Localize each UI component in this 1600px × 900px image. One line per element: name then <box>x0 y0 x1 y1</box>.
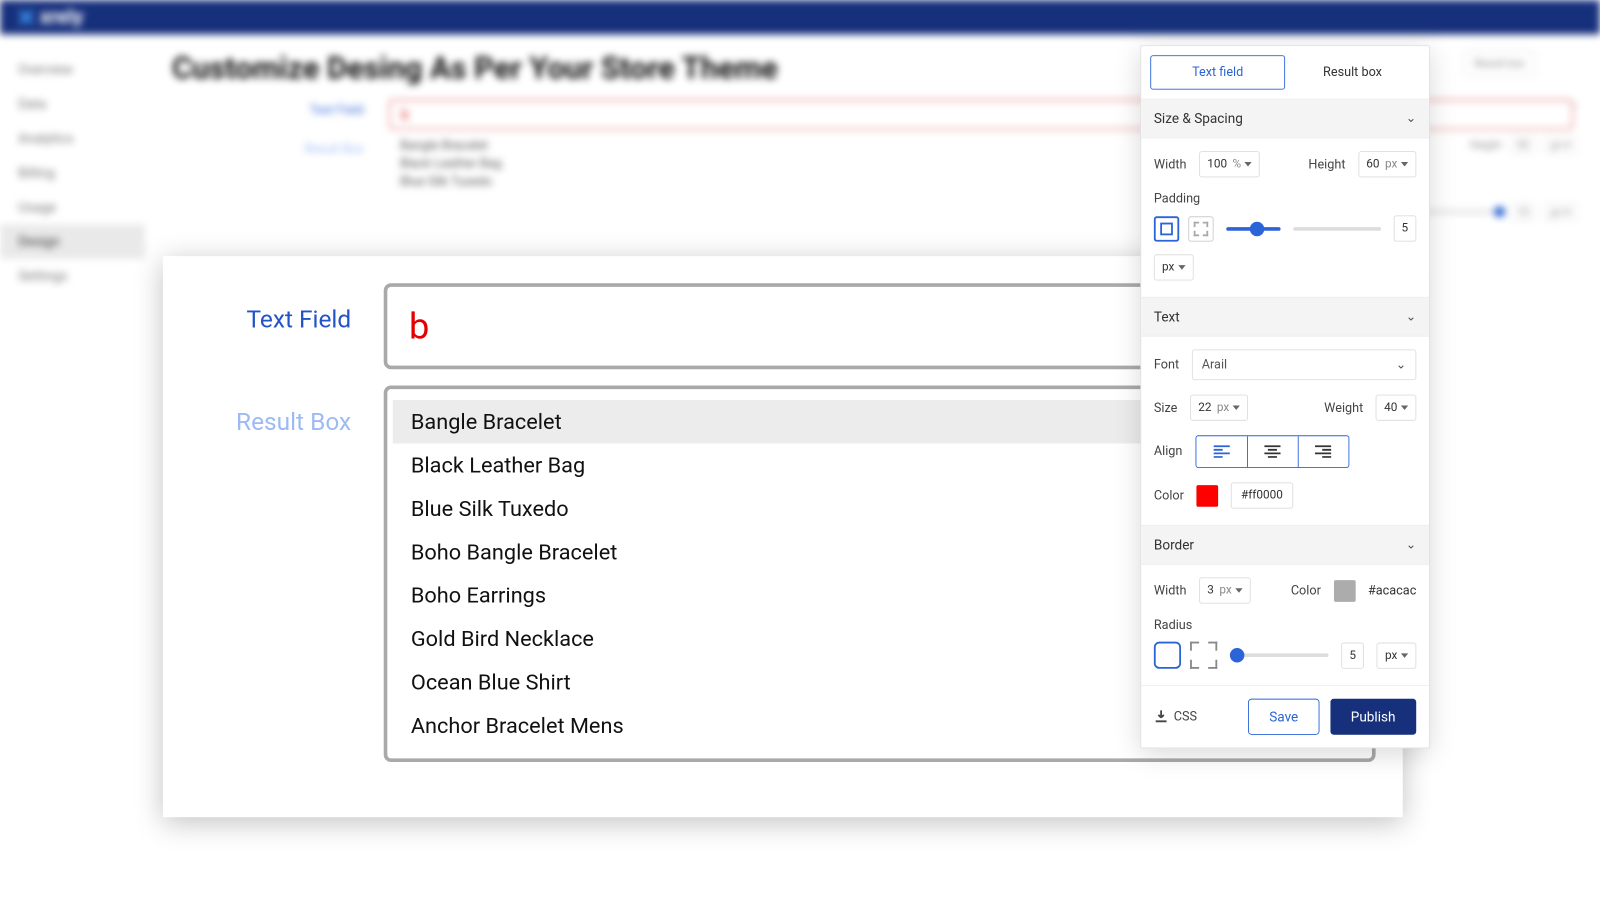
chevron-down-icon: ⌄ <box>1406 111 1417 125</box>
topbar: xrely <box>0 0 1600 34</box>
bg-height-control: Height 50 px ▾ <box>1470 136 1577 154</box>
bg-text-field-label: Text Field <box>172 100 389 118</box>
width-label: Width <box>1154 157 1187 171</box>
height-label: Height <box>1308 157 1345 171</box>
download-icon <box>1154 710 1168 724</box>
text-color-label: Color <box>1154 488 1184 502</box>
size-label: Size <box>1154 400 1178 414</box>
brand-logo: xrely <box>16 6 83 29</box>
nav-settings[interactable]: Settings <box>0 259 145 293</box>
tab-text-field[interactable]: Text field <box>1150 55 1285 89</box>
bg-slider[interactable]: 10 px ▾ <box>1411 203 1577 221</box>
radius-value[interactable]: 5 <box>1341 642 1364 668</box>
padding-slider[interactable] <box>1226 227 1280 231</box>
height-input[interactable]: 60 px <box>1358 151 1416 177</box>
section-title: Text <box>1154 309 1180 325</box>
inspector-panel: Text field Result box Size & Spacing ⌄ W… <box>1140 45 1430 748</box>
text-color-swatch[interactable] <box>1197 485 1219 507</box>
radius-slider[interactable] <box>1230 653 1329 657</box>
section-size-spacing[interactable]: Size & Spacing ⌄ <box>1141 99 1429 139</box>
align-center-icon <box>1264 445 1280 458</box>
chevron-down-icon: ⌄ <box>1406 310 1417 324</box>
padding-value[interactable]: 5 <box>1393 215 1416 241</box>
bg-chevron-icon: ⌄ <box>1571 98 1580 111</box>
brand-name: xrely <box>40 6 83 29</box>
nav-data[interactable]: Data <box>0 87 145 121</box>
align-label: Align <box>1154 444 1183 458</box>
padding-all-icon[interactable] <box>1154 216 1179 241</box>
chevron-down-icon: ⌄ <box>1396 357 1407 371</box>
tab-result-box[interactable]: Result box <box>1285 55 1420 89</box>
border-width-input[interactable]: 3 px <box>1199 577 1251 603</box>
brand-x-icon <box>16 7 36 27</box>
section-title: Border <box>1154 537 1194 553</box>
padding-individual-icon[interactable] <box>1188 216 1213 241</box>
radius-label: Radius <box>1154 618 1416 632</box>
border-color-swatch[interactable] <box>1334 580 1356 602</box>
nav-overview[interactable]: Overview <box>0 52 145 86</box>
preview-text-field-label: Text Field <box>203 283 384 334</box>
align-group <box>1195 435 1349 468</box>
bg-height-label: Height <box>1470 138 1502 151</box>
sidebar-nav: Overview Data Analytics Billing Usage De… <box>0 34 145 293</box>
inspector-tabs: Text field Result box <box>1141 46 1429 98</box>
padding-label: Padding <box>1154 192 1416 206</box>
align-center-button[interactable] <box>1247 436 1298 467</box>
border-color-label: Color <box>1291 583 1321 597</box>
radius-unit[interactable]: px <box>1377 642 1417 668</box>
padding-unit[interactable]: px <box>1154 254 1194 280</box>
font-weight-input[interactable]: 40 <box>1376 395 1416 421</box>
nav-design[interactable]: Design <box>0 224 145 258</box>
section-text[interactable]: Text ⌄ <box>1141 297 1429 337</box>
border-width-label: Width <box>1154 583 1187 597</box>
width-input[interactable]: 100 % <box>1199 151 1260 177</box>
nav-billing[interactable]: Billing <box>0 156 145 190</box>
padding-slider-track[interactable] <box>1293 227 1381 231</box>
bg-resultbox-button[interactable]: Result box <box>1464 51 1534 76</box>
font-select[interactable]: Arail ⌄ <box>1192 349 1417 380</box>
align-right-icon <box>1315 445 1331 458</box>
download-css[interactable]: CSS <box>1154 710 1197 724</box>
text-color-hex[interactable]: #ff0000 <box>1231 482 1293 508</box>
section-border[interactable]: Border ⌄ <box>1141 525 1429 565</box>
nav-usage[interactable]: Usage <box>0 190 145 224</box>
align-left-icon <box>1213 445 1229 458</box>
radius-corners-icon[interactable] <box>1190 642 1217 669</box>
save-button[interactable]: Save <box>1248 699 1319 735</box>
font-label: Font <box>1154 357 1179 371</box>
border-color-hex[interactable]: #acacac <box>1368 583 1416 597</box>
publish-button[interactable]: Publish <box>1330 699 1416 735</box>
preview-result-box-label: Result Box <box>203 386 384 437</box>
font-size-input[interactable]: 22 px <box>1190 395 1248 421</box>
bg-result-box-label: Result Box <box>172 138 389 156</box>
align-left-button[interactable] <box>1196 436 1247 467</box>
radius-all-icon[interactable] <box>1154 642 1181 669</box>
align-right-button[interactable] <box>1297 436 1348 467</box>
nav-analytics[interactable]: Analytics <box>0 121 145 155</box>
section-title: Size & Spacing <box>1154 110 1243 126</box>
chevron-down-icon: ⌄ <box>1406 538 1417 552</box>
weight-label: Weight <box>1324 400 1363 414</box>
